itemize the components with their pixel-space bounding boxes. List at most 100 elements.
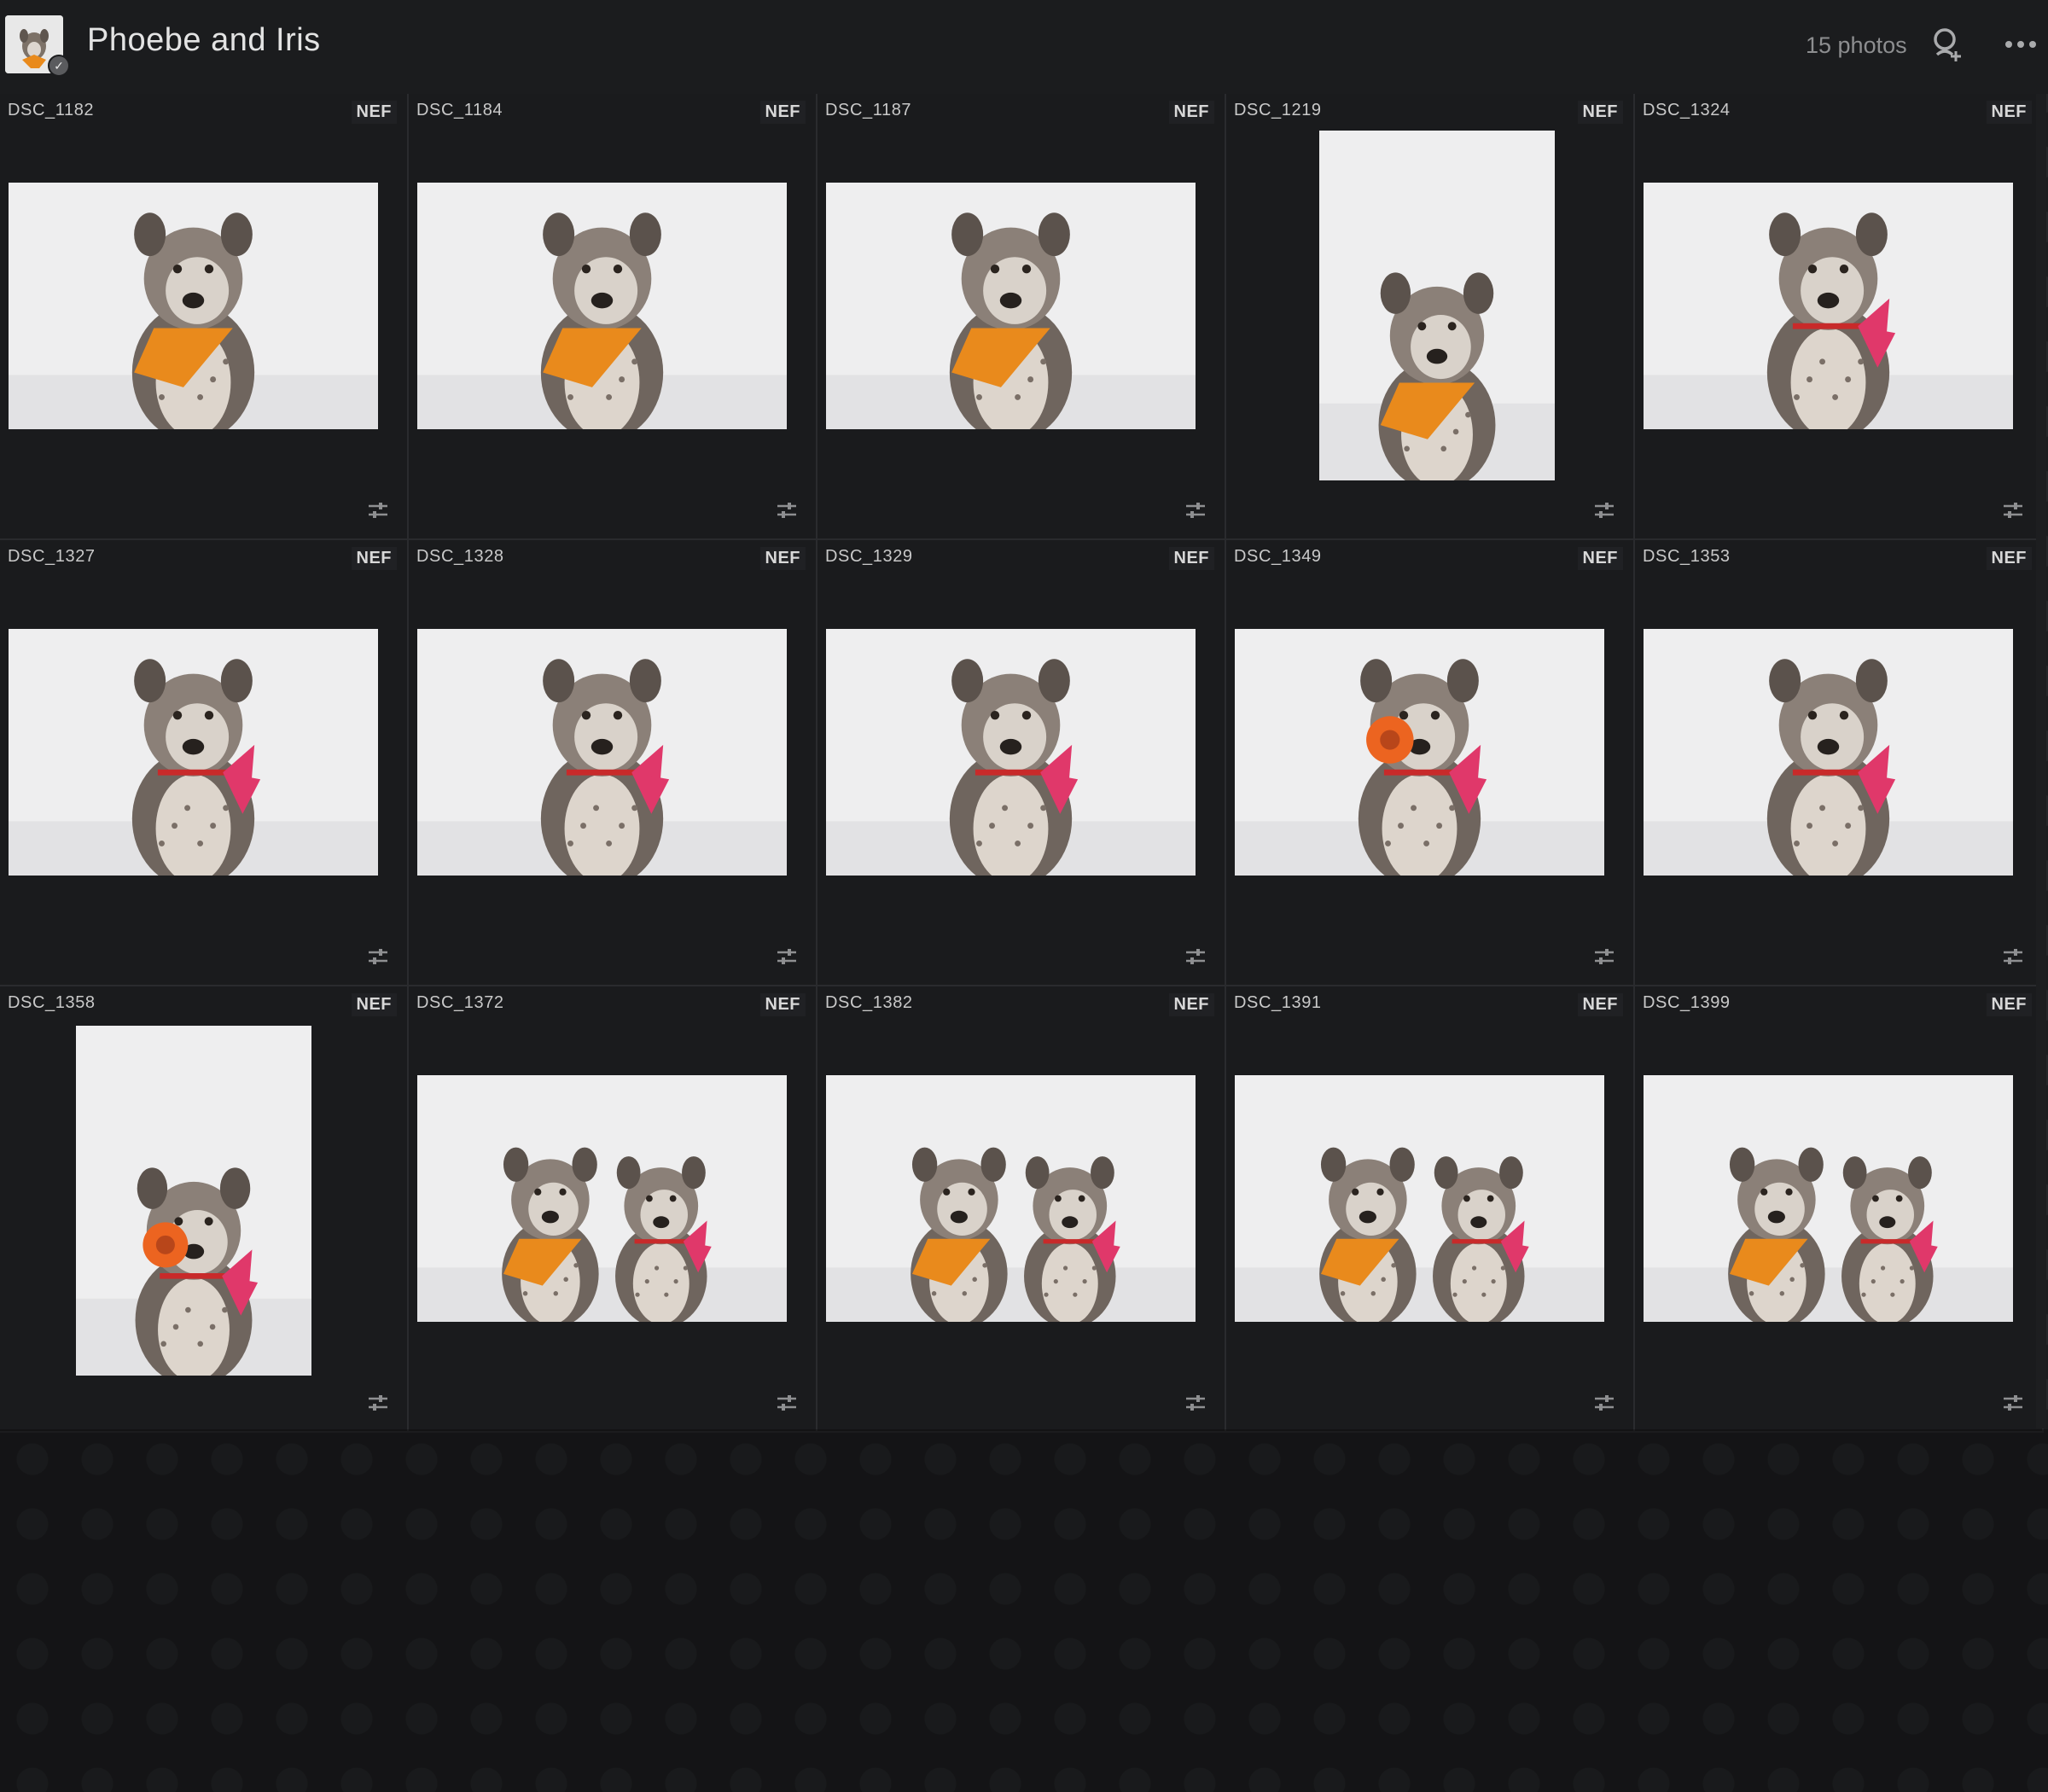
raw-format-badge: NEF [351,547,397,570]
photo-filename: DSC_1187 [825,101,912,119]
photo-grid: DSC_1182 NEF DSC_1184 NEF DSC_1187 NEF DSC_121… [0,94,2044,1433]
sliders-adjust-icon[interactable] [368,501,388,520]
sliders-adjust-icon[interactable] [1185,947,1206,966]
photo-thumbnail[interactable] [1235,1075,1604,1322]
photo-thumbnail[interactable] [1319,131,1555,480]
photo-filename: DSC_1353 [1643,547,1731,566]
photo-image [9,183,378,429]
add-person-icon [1934,28,1961,61]
photo-thumbnail[interactable] [826,629,1196,876]
photo-tile[interactable]: DSC_1372 NEF [409,986,817,1433]
photo-thumbnail[interactable] [76,1026,311,1376]
photo-image [826,1075,1196,1322]
raw-format-badge: NEF [1168,547,1214,570]
page: ✓ Phoebe and Iris 15 photos DSC_1182 NEF D… [0,0,2048,1792]
sliders-adjust-icon[interactable] [1594,947,1615,966]
photo-image [417,1075,787,1322]
photo-filename: DSC_1327 [8,547,96,566]
photo-tile[interactable]: DSC_1391 NEF [1226,986,1635,1433]
share-album-button[interactable] [1930,26,1964,63]
photo-tile[interactable]: DSC_1329 NEF [817,540,1226,986]
raw-format-badge: NEF [1168,101,1214,124]
photo-filename: DSC_1372 [416,993,504,1012]
photo-tile[interactable]: DSC_1358 NEF [0,986,409,1433]
album-synced-check-icon: ✓ [48,55,70,77]
raw-format-badge: NEF [1168,993,1214,1016]
sliders-adjust-icon[interactable] [1185,501,1206,520]
raw-format-badge: NEF [1986,993,2032,1016]
more-options-button[interactable] [2002,26,2041,63]
sliders-adjust-icon[interactable] [2003,947,2023,966]
sliders-adjust-icon[interactable] [1594,1393,1615,1412]
sliders-adjust-icon[interactable] [777,501,797,520]
raw-format-badge: NEF [1577,547,1623,570]
photo-thumbnail[interactable] [1644,183,2013,429]
sliders-adjust-icon[interactable] [1185,1393,1206,1412]
photo-filename: DSC_1358 [8,993,96,1012]
photo-filename: DSC_1219 [1234,101,1322,119]
photo-tile[interactable]: DSC_1324 NEF [1635,94,2044,540]
sliders-adjust-icon[interactable] [368,1393,388,1412]
photo-filename: DSC_1391 [1234,993,1322,1012]
photo-image [1644,1075,2013,1322]
photo-image [417,629,787,876]
photo-tile[interactable]: DSC_1382 NEF [817,986,1226,1433]
photo-image [1644,183,2013,429]
photo-thumbnail[interactable] [826,183,1196,429]
photo-image [417,183,787,429]
photo-thumbnail[interactable] [1644,1075,2013,1322]
photo-filename: DSC_1349 [1234,547,1322,566]
photo-tile[interactable]: DSC_1328 NEF [409,540,817,986]
photo-thumbnail[interactable] [417,183,787,429]
photo-image [826,629,1196,876]
raw-format-badge: NEF [1986,547,2032,570]
sliders-adjust-icon[interactable] [2003,501,2023,520]
sliders-adjust-icon[interactable] [1594,501,1615,520]
more-dots-icon [2005,41,2036,48]
photo-thumbnail[interactable] [1235,629,1604,876]
raw-format-badge: NEF [759,993,806,1016]
raw-format-badge: NEF [759,547,806,570]
raw-format-badge: NEF [1577,993,1623,1016]
photo-image [76,1026,311,1376]
photo-filename: DSC_1382 [825,993,913,1012]
photo-image [1235,629,1604,876]
photo-tile[interactable]: DSC_1219 NEF [1226,94,1635,540]
photo-tile[interactable]: DSC_1327 NEF [0,540,409,986]
photo-image [1644,629,2013,876]
photo-tile[interactable]: DSC_1182 NEF [0,94,409,540]
photo-image [1235,1075,1604,1322]
album-header: ✓ Phoebe and Iris 15 photos [0,0,2048,94]
photo-tile[interactable]: DSC_1399 NEF [1635,986,2044,1433]
raw-format-badge: NEF [351,101,397,124]
sliders-adjust-icon[interactable] [777,1393,797,1412]
photo-image [9,629,378,876]
photo-thumbnail[interactable] [826,1075,1196,1322]
album-title: Phoebe and Iris [87,22,321,58]
photo-thumbnail[interactable] [1644,629,2013,876]
sliders-adjust-icon[interactable] [777,947,797,966]
photo-image [1319,131,1555,480]
sliders-adjust-icon[interactable] [368,947,388,966]
sliders-adjust-icon[interactable] [2003,1393,2023,1412]
photo-filename: DSC_1329 [825,547,913,566]
photo-thumbnail[interactable] [417,1075,787,1322]
photo-filename: DSC_1399 [1643,993,1731,1012]
photo-thumbnail[interactable] [9,183,378,429]
photo-tile[interactable]: DSC_1184 NEF [409,94,817,540]
photo-tile[interactable]: DSC_1353 NEF [1635,540,2044,986]
photo-filename: DSC_1324 [1643,101,1731,119]
raw-format-badge: NEF [1577,101,1623,124]
grid-scrollbar[interactable] [2036,94,2046,1428]
photo-thumbnail[interactable] [9,629,378,876]
photo-count: 15 photos [1806,32,1907,58]
photo-tile[interactable]: DSC_1187 NEF [817,94,1226,540]
photo-image [826,183,1196,429]
raw-format-badge: NEF [759,101,806,124]
photo-filename: DSC_1184 [416,101,503,119]
photo-filename: DSC_1328 [416,547,504,566]
photo-thumbnail[interactable] [417,629,787,876]
raw-format-badge: NEF [1986,101,2032,124]
raw-format-badge: NEF [351,993,397,1016]
photo-tile[interactable]: DSC_1349 NEF [1226,540,1635,986]
